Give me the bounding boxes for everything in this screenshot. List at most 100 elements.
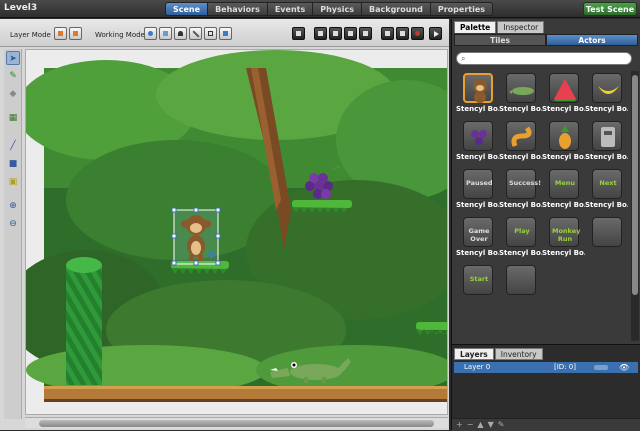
- region-mode-icon[interactable]: [204, 27, 217, 40]
- pencil-mode-icon[interactable]: [189, 27, 202, 40]
- actor-start-button[interactable]: Start: [456, 263, 499, 311]
- move-down-icon[interactable]: ▼: [488, 419, 494, 431]
- actor-robot-icon[interactable]: Stencyl Bo...: [585, 119, 628, 167]
- play-button: Play: [506, 217, 536, 247]
- layers-tabs: Layers Inventory: [454, 348, 544, 360]
- tab-physics[interactable]: Physics: [313, 2, 363, 16]
- pencil-icon[interactable]: ✎: [6, 69, 20, 83]
- view-icon-1[interactable]: [314, 27, 327, 40]
- line-icon[interactable]: ╱: [6, 139, 20, 153]
- tile-stamp-icon[interactable]: ▦: [6, 111, 20, 125]
- layer-mode-single-button[interactable]: [54, 27, 67, 40]
- tab-scene[interactable]: Scene: [165, 2, 209, 16]
- tab-background[interactable]: Background: [362, 2, 431, 16]
- scene-toolbar: Layer Mode Working Mode: [0, 19, 449, 47]
- actor-next-button[interactable]: Next Stencyl Bo...: [585, 167, 628, 215]
- tab-inspector[interactable]: Inspector: [497, 21, 545, 33]
- eye-icon[interactable]: 👁: [619, 362, 629, 373]
- tab-tiles[interactable]: Tiles: [454, 34, 546, 46]
- scene-editor: Layer Mode Working Mode ➤ ✎ ◆ ▦ ╱ ■ ▣ ⊕ …: [0, 19, 449, 430]
- actor-success-button[interactable]: Success! Stencyl Bo...: [499, 167, 542, 215]
- snake-icon: [506, 121, 536, 151]
- tab-behaviors[interactable]: Behaviors: [208, 2, 268, 16]
- tab-inventory[interactable]: Inventory: [494, 348, 543, 360]
- actor-name: Stencyl Bo...: [456, 153, 499, 161]
- bucket-icon[interactable]: ◆: [6, 87, 20, 101]
- palette-subtabs: Tiles Actors: [454, 34, 638, 46]
- actor-monkey-run-button[interactable]: Monkey Run Stencyl Bo...: [542, 215, 585, 263]
- magnet-icon[interactable]: [411, 27, 424, 40]
- add-icon[interactable]: +: [456, 419, 463, 431]
- palette-tabs: Palette Inspector: [454, 21, 545, 33]
- actor-thumb-text: Monkey Run: [552, 227, 581, 243]
- monkey-run-button: Monkey Run: [549, 217, 581, 247]
- screen-icon[interactable]: [396, 27, 409, 40]
- actor-name: Stencyl Bo...: [585, 201, 628, 209]
- actor-name: Stencyl Bo...: [499, 153, 542, 161]
- terrain-mode-icon[interactable]: [219, 27, 232, 40]
- actor-thumb-text: Paused: [466, 179, 493, 187]
- zoom-out-icon[interactable]: ⊖: [6, 217, 20, 231]
- jungle-scene[interactable]: ✥: [26, 50, 448, 415]
- actor-grapes-icon[interactable]: Stencyl Bo...: [456, 119, 499, 167]
- actor-snake-icon[interactable]: Stencyl Bo...: [499, 119, 542, 167]
- grid-icon[interactable]: [381, 27, 394, 40]
- actor-banana-icon[interactable]: Stencyl Bo...: [585, 71, 628, 119]
- actor-banner-icon[interactable]: [585, 215, 628, 263]
- ground-dirt: [44, 386, 447, 402]
- actor-monkey-icon[interactable]: Stencyl Bo...: [456, 71, 499, 119]
- next-button: Next: [592, 169, 622, 199]
- tab-events[interactable]: Events: [267, 2, 314, 16]
- test-scene-button[interactable]: Test Scene: [583, 2, 637, 16]
- pointer-icon[interactable]: ➤: [6, 51, 20, 65]
- zoom-in-icon[interactable]: ⊕: [6, 199, 20, 213]
- search-icon: ⌕: [461, 54, 466, 63]
- tab-palette[interactable]: Palette: [454, 21, 497, 33]
- menu-button: Menu: [549, 169, 579, 199]
- image-icon[interactable]: ▣: [6, 175, 20, 189]
- success-button: Success!: [506, 169, 541, 199]
- horizontal-scrollbar[interactable]: [25, 417, 448, 428]
- view-icon-2[interactable]: [329, 27, 342, 40]
- remove-icon[interactable]: −: [467, 419, 474, 431]
- palette-scrollbar[interactable]: [631, 71, 639, 341]
- layer-name: Layer 0: [464, 363, 491, 371]
- rectangle-icon[interactable]: ■: [6, 157, 20, 171]
- edit-icon[interactable]: ✎: [498, 419, 505, 431]
- play-icon[interactable]: [429, 27, 442, 40]
- palette-scroll-thumb[interactable]: [632, 75, 638, 295]
- actor-name: Stencyl Bo...: [542, 105, 585, 113]
- working-mode-label: Working Mode: [95, 31, 145, 39]
- actor-name: Stencyl Bo...: [456, 105, 499, 113]
- actor-credits-icon[interactable]: [499, 263, 542, 311]
- monkey-actor[interactable]: ✥: [171, 207, 221, 266]
- actor-thumb-text: Menu: [554, 179, 576, 187]
- scene-canvas[interactable]: ✥: [25, 49, 448, 415]
- layers-toolbar: + − ▲ ▼ ✎: [452, 418, 640, 431]
- layer-opacity-slider[interactable]: [594, 365, 608, 370]
- view-icon-3[interactable]: [344, 27, 357, 40]
- actor-pineapple-icon[interactable]: Stencyl Bo...: [542, 119, 585, 167]
- layer-mode-all-button[interactable]: [69, 27, 82, 40]
- tab-properties[interactable]: Properties: [430, 2, 494, 16]
- move-up-icon[interactable]: ▲: [477, 419, 483, 431]
- actor-menu-button[interactable]: Menu Stencyl Bo...: [542, 167, 585, 215]
- tile-mode-icon[interactable]: [159, 27, 172, 40]
- horizontal-scroll-thumb[interactable]: [39, 420, 434, 427]
- actor-mode-icon[interactable]: [174, 27, 187, 40]
- tab-actors[interactable]: Actors: [546, 34, 638, 46]
- actor-name: Stencyl Bo...: [456, 249, 499, 257]
- actor-play-button[interactable]: Play Stencyl Bo...: [499, 215, 542, 263]
- globe-icon[interactable]: [144, 27, 157, 40]
- actor-thumb-text: Start: [469, 275, 489, 283]
- view-icon-4[interactable]: [359, 27, 372, 40]
- tab-layers[interactable]: Layers: [454, 348, 494, 360]
- film-icon[interactable]: [292, 27, 305, 40]
- layer-row[interactable]: Layer 0 [ID: 0] 👁: [454, 362, 638, 373]
- search-input[interactable]: ⌕: [456, 52, 632, 65]
- actor-name: Stencyl Bo...: [542, 153, 585, 161]
- actor-watermelon-icon[interactable]: Stencyl Bo...: [542, 71, 585, 119]
- actor-game-over-button[interactable]: Game Over Stencyl Bo...: [456, 215, 499, 263]
- actor-crocodile-icon[interactable]: Stencyl Bo...: [499, 71, 542, 119]
- actor-paused-button[interactable]: Paused Stencyl Bo...: [456, 167, 499, 215]
